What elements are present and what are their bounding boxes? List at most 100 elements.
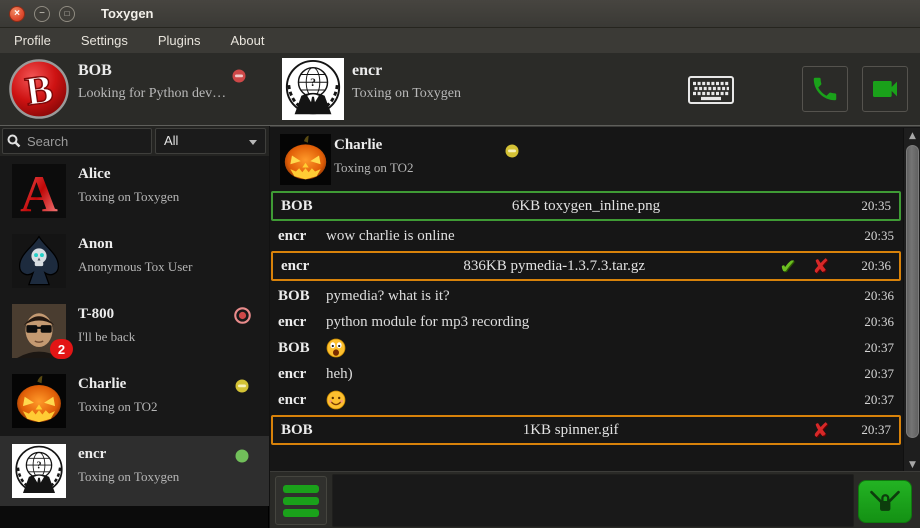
- message-scrollbar[interactable]: ▲ ▼: [903, 128, 920, 472]
- file-transfer-row: BOB 6KB toxygen_inline.png 20:35: [271, 191, 901, 221]
- contact-name: encr: [78, 446, 106, 463]
- contact-name: Charlie: [78, 376, 126, 393]
- message-text: pymedia? what is it?: [326, 288, 846, 305]
- send-button[interactable]: [858, 480, 912, 523]
- message-time: 20:37: [843, 422, 899, 438]
- message-time: 20:37: [846, 392, 902, 408]
- video-camera-icon: [869, 73, 901, 105]
- contact-name: Alice: [78, 166, 110, 183]
- peer-avatar: ?: [282, 58, 344, 120]
- message-row: BOB 20:37: [270, 335, 902, 361]
- message-row: encr python module for mp3 recording 20:…: [270, 309, 902, 335]
- decline-file-icon[interactable]: ✘: [812, 256, 829, 276]
- smiling-face-emoji: [326, 390, 346, 410]
- audio-call-button[interactable]: [802, 66, 848, 112]
- contact-filter-dropdown[interactable]: All: [155, 128, 266, 154]
- chevron-down-icon: [249, 140, 257, 145]
- svg-text:?: ?: [36, 460, 41, 471]
- anon-avatar: [12, 234, 66, 288]
- contact-name: T-800: [78, 306, 114, 323]
- contact-status-message: Anonymous Tox User: [78, 259, 192, 275]
- video-call-button[interactable]: [862, 66, 908, 112]
- scrollbar-thumb[interactable]: [906, 145, 919, 438]
- send-encrypted-icon: [867, 488, 903, 516]
- scroll-up-icon[interactable]: ▲: [904, 128, 920, 143]
- menu-plugins[interactable]: Plugins: [148, 30, 211, 51]
- message-time: 20:36: [846, 288, 902, 304]
- contact-name: Anon: [78, 236, 113, 253]
- file-transfer-row: encr 836KB pymedia-1.3.7.3.tar.gz ✔ ✘ 20…: [271, 251, 901, 281]
- message-sender: BOB: [273, 198, 329, 215]
- message-row: encr 20:37: [270, 387, 902, 413]
- message-text: python module for mp3 recording: [326, 314, 846, 331]
- encr-avatar: ?: [12, 444, 66, 498]
- chat-peer-status-message: Toxing on TO2: [334, 160, 414, 176]
- message-sender: encr: [270, 314, 326, 331]
- contact-item-charlie[interactable]: Charlie Toxing on TO2: [0, 366, 269, 436]
- shocked-face-emoji: [326, 338, 346, 358]
- self-avatar[interactable]: B: [8, 58, 70, 120]
- message-text: heh): [326, 366, 846, 383]
- contact-list: A Alice Toxing on Toxygen Anon Anonymous…: [0, 156, 269, 528]
- message-row: encr heh) 20:37: [270, 361, 902, 387]
- close-icon[interactable]: ×: [9, 6, 25, 22]
- titlebar: × − □ Toxygen: [0, 0, 920, 28]
- menu-profile[interactable]: Profile: [4, 30, 61, 51]
- contact-item-alice[interactable]: A Alice Toxing on Toxygen: [0, 156, 269, 226]
- message-sender: encr: [270, 366, 326, 383]
- message-time: 20:35: [843, 198, 899, 214]
- accept-file-icon[interactable]: ✔: [779, 256, 796, 276]
- minimize-icon[interactable]: −: [34, 6, 50, 22]
- message-row: BOB pymedia? what is it? 20:36: [270, 283, 902, 309]
- message-time: 20:37: [846, 340, 902, 356]
- contact-status-message: Toxing on Toxygen: [78, 469, 179, 485]
- contact-item-t800[interactable]: T-800 I'll be back 2: [0, 296, 269, 366]
- composer-bar: [270, 471, 920, 528]
- filter-selected-value: All: [164, 133, 178, 148]
- cancel-file-icon[interactable]: ✘: [812, 420, 829, 440]
- charlie-avatar: [12, 374, 66, 428]
- file-transfer-label: 1KB spinner.gif: [329, 422, 812, 439]
- contact-item-encr[interactable]: ? encr Toxing on Toxygen: [0, 436, 269, 506]
- self-status-message: Looking for Python dev…: [78, 86, 226, 102]
- message-list: Charlie Toxing on TO2 BOB 6KB toxygen_in…: [270, 128, 902, 472]
- message-sender: BOB: [270, 340, 326, 357]
- menu-about[interactable]: About: [220, 30, 274, 51]
- search-input[interactable]: [27, 130, 149, 152]
- attachments-menu-button[interactable]: [275, 476, 327, 525]
- search-row: All: [0, 126, 269, 156]
- file-transfer-label: 6KB toxygen_inline.png: [329, 198, 843, 215]
- message-time: 20:36: [843, 258, 899, 274]
- self-name: BOB: [78, 62, 112, 80]
- message-input[interactable]: [332, 474, 854, 527]
- message-time: 20:36: [846, 314, 902, 330]
- message-sender: BOB: [270, 288, 326, 305]
- contact-item-anon[interactable]: Anon Anonymous Tox User: [0, 226, 269, 296]
- message-time: 20:35: [846, 228, 902, 244]
- chat-peer-item[interactable]: Charlie Toxing on TO2: [272, 131, 900, 189]
- menu-settings[interactable]: Settings: [71, 30, 138, 51]
- contact-status-message: Toxing on Toxygen: [78, 189, 179, 205]
- maximize-icon[interactable]: □: [59, 6, 75, 22]
- peer-name: encr: [352, 62, 382, 80]
- header: B BOB Looking for Python dev… ?: [0, 53, 920, 126]
- toxygen-window: × − □ Toxygen Profile Settings Plugins A…: [0, 0, 920, 528]
- svg-text:A: A: [20, 165, 58, 218]
- status-away-icon: [505, 144, 519, 158]
- chat-peer-name: Charlie: [334, 137, 382, 154]
- message-sender: encr: [270, 392, 326, 409]
- alice-avatar: A: [12, 164, 66, 218]
- message-row: encr wow charlie is online 20:35: [270, 223, 902, 249]
- search-box: [2, 128, 152, 154]
- message-sender: encr: [270, 228, 326, 245]
- scroll-down-icon[interactable]: ▼: [904, 457, 920, 472]
- active-chat-header: ? encr Toxing on Toxygen: [270, 53, 920, 125]
- message-sender: encr: [273, 258, 329, 275]
- menubar: Profile Settings Plugins About: [0, 28, 920, 53]
- svg-text:?: ?: [310, 76, 316, 89]
- file-transfer-label: 836KB pymedia-1.3.7.3.tar.gz: [329, 258, 779, 275]
- status-busy-icon: [232, 69, 246, 83]
- contact-status-message: Toxing on TO2: [78, 399, 158, 415]
- window-title: Toxygen: [101, 6, 154, 21]
- phone-icon: [810, 74, 840, 104]
